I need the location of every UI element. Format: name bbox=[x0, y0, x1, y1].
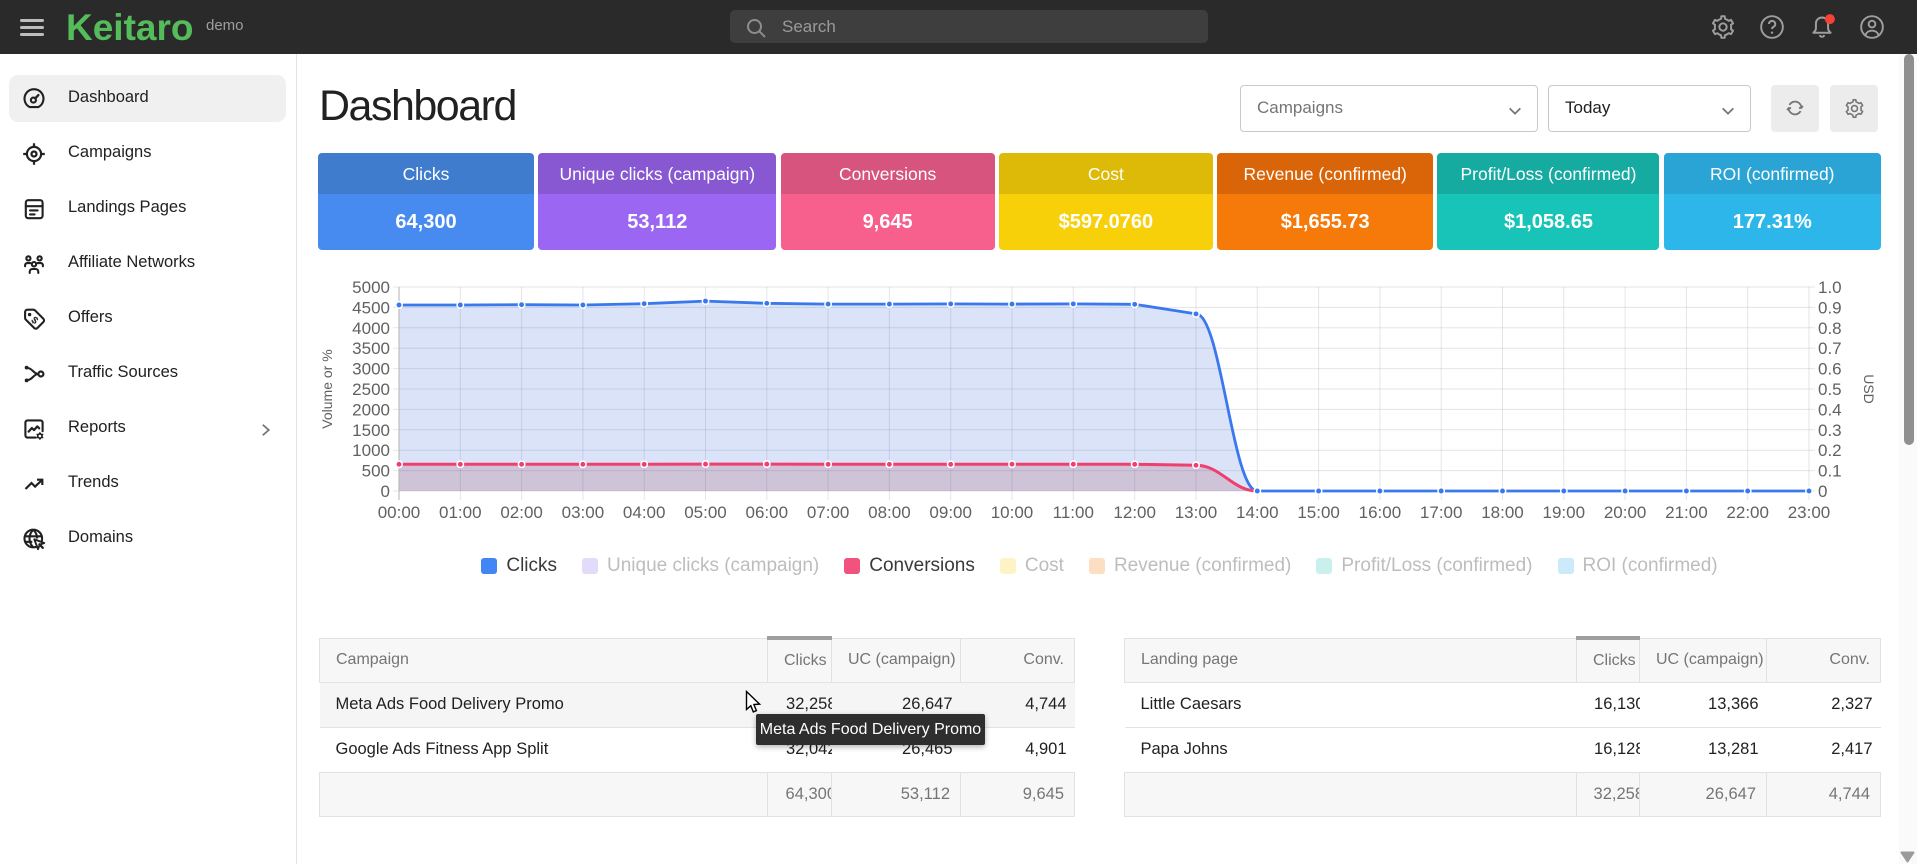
svg-text:10:00: 10:00 bbox=[991, 503, 1034, 522]
svg-text:500: 500 bbox=[362, 462, 390, 481]
svg-text:0.4: 0.4 bbox=[1818, 400, 1842, 419]
svg-text:USD: USD bbox=[1861, 374, 1877, 404]
svg-text:1500: 1500 bbox=[352, 421, 390, 440]
svg-text:01:00: 01:00 bbox=[439, 503, 482, 522]
svg-text:5000: 5000 bbox=[352, 278, 390, 297]
svg-text:22:00: 22:00 bbox=[1726, 503, 1769, 522]
svg-text:07:00: 07:00 bbox=[807, 503, 850, 522]
svg-text:23:00: 23:00 bbox=[1788, 503, 1831, 522]
svg-text:00:00: 00:00 bbox=[378, 503, 421, 522]
svg-text:06:00: 06:00 bbox=[746, 503, 789, 522]
svg-text:4500: 4500 bbox=[352, 298, 390, 317]
svg-text:08:00: 08:00 bbox=[868, 503, 911, 522]
svg-text:0: 0 bbox=[1818, 482, 1827, 501]
svg-text:0.1: 0.1 bbox=[1818, 462, 1842, 481]
svg-text:17:00: 17:00 bbox=[1420, 503, 1463, 522]
svg-text:1000: 1000 bbox=[352, 441, 390, 460]
svg-text:12:00: 12:00 bbox=[1113, 503, 1156, 522]
svg-text:2500: 2500 bbox=[352, 380, 390, 399]
svg-text:11:00: 11:00 bbox=[1053, 503, 1094, 522]
svg-text:0.5: 0.5 bbox=[1818, 380, 1842, 399]
svg-text:02:00: 02:00 bbox=[500, 503, 543, 522]
svg-text:09:00: 09:00 bbox=[929, 503, 972, 522]
svg-text:04:00: 04:00 bbox=[623, 503, 666, 522]
svg-text:0.3: 0.3 bbox=[1818, 421, 1842, 440]
svg-text:18:00: 18:00 bbox=[1481, 503, 1524, 522]
svg-text:3500: 3500 bbox=[352, 339, 390, 358]
svg-text:3000: 3000 bbox=[352, 360, 390, 379]
svg-text:13:00: 13:00 bbox=[1175, 503, 1218, 522]
svg-text:Volume or %: Volume or % bbox=[319, 349, 335, 428]
svg-text:19:00: 19:00 bbox=[1543, 503, 1586, 522]
svg-text:2000: 2000 bbox=[352, 400, 390, 419]
svg-text:1.0: 1.0 bbox=[1818, 278, 1842, 297]
svg-text:0.8: 0.8 bbox=[1818, 319, 1842, 338]
svg-text:0.6: 0.6 bbox=[1818, 360, 1842, 379]
svg-text:0.7: 0.7 bbox=[1818, 339, 1842, 358]
svg-text:0.9: 0.9 bbox=[1818, 298, 1842, 317]
svg-text:20:00: 20:00 bbox=[1604, 503, 1647, 522]
svg-text:21:00: 21:00 bbox=[1665, 503, 1708, 522]
svg-text:03:00: 03:00 bbox=[562, 503, 605, 522]
svg-text:05:00: 05:00 bbox=[684, 503, 727, 522]
svg-text:16:00: 16:00 bbox=[1359, 503, 1402, 522]
svg-text:15:00: 15:00 bbox=[1297, 503, 1340, 522]
svg-text:14:00: 14:00 bbox=[1236, 503, 1279, 522]
svg-text:0.2: 0.2 bbox=[1818, 441, 1842, 460]
svg-text:0: 0 bbox=[381, 482, 390, 501]
svg-text:4000: 4000 bbox=[352, 319, 390, 338]
